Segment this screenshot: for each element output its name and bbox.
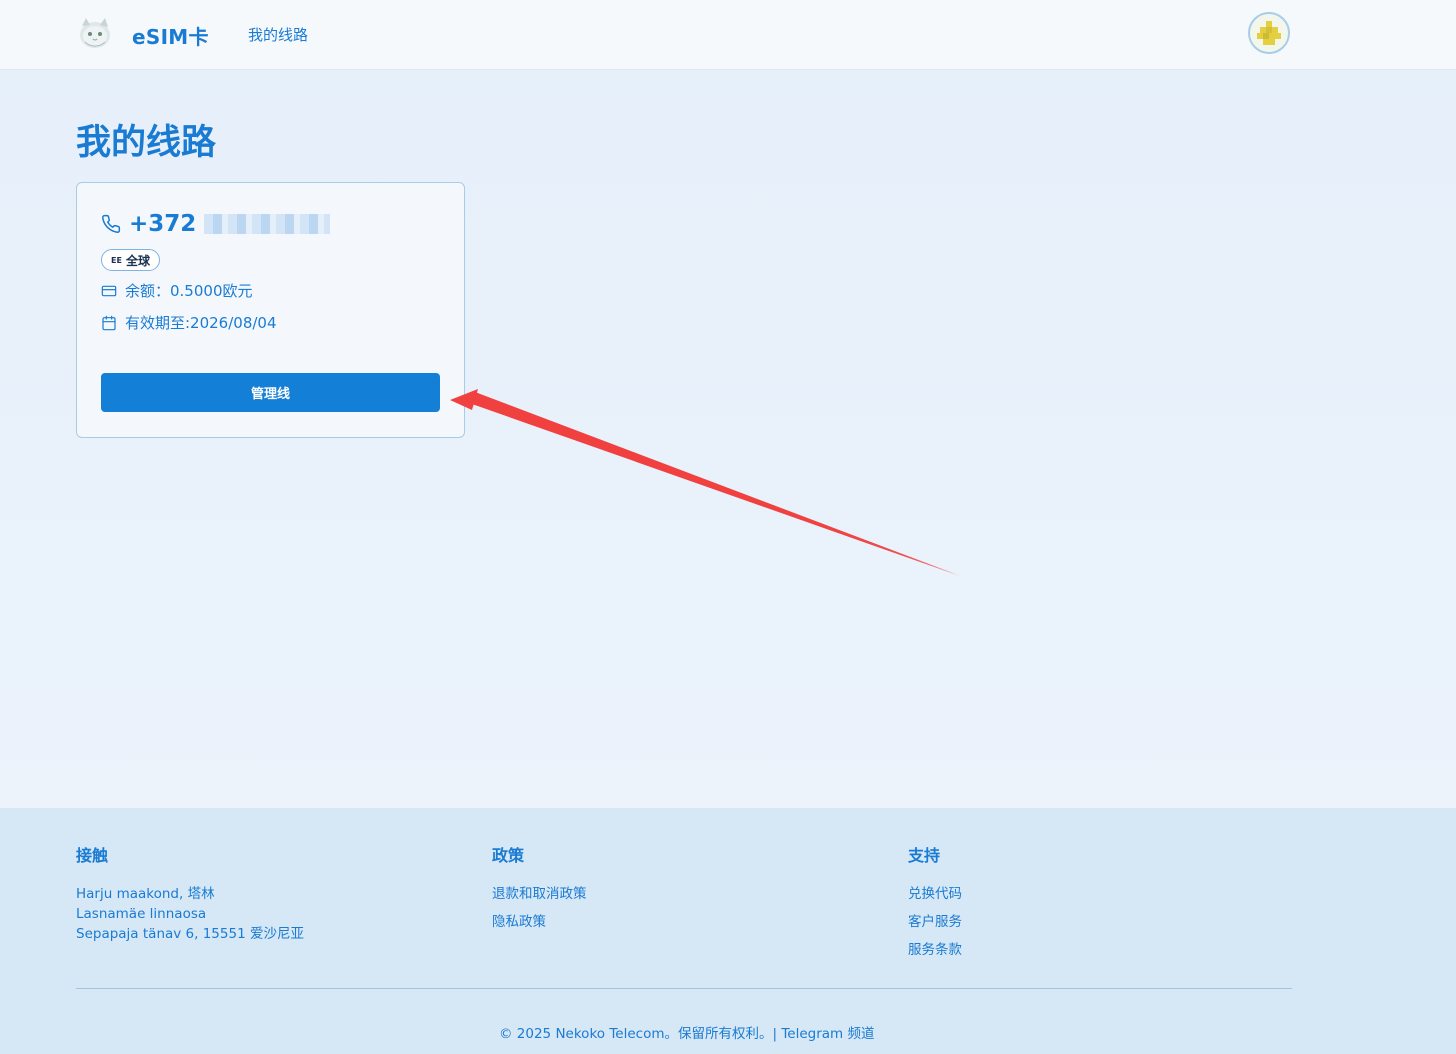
expiry-row: 有效期至:2026/08/04 [101,312,277,333]
redacted-number [204,214,331,234]
user-avatar[interactable] [1248,12,1290,54]
nav-my-lines[interactable]: 我的线路 [248,24,308,45]
footer-support-heading: 支持 [908,846,941,865]
page-title: 我的线路 [76,123,217,163]
footer-link-terms[interactable]: 服务条款 [908,936,962,964]
balance-text: 余额：0.5000欧元 [125,282,253,300]
balance-row: 余额：0.5000欧元 [101,280,253,301]
address-line-3: Sepapaja tänav 6, 15551 爱沙尼亚 [76,926,304,942]
footer-link-redeem-code[interactable]: 兑换代码 [908,880,962,908]
footer-policy-heading: 政策 [492,846,525,865]
manage-line-button[interactable]: 管理线 [101,373,440,412]
footer-link-refund-policy[interactable]: 退款和取消政策 [492,880,587,908]
footer-divider [76,988,1292,989]
footer-contact: 接触 Harju maakond, 塔林 Lasnamäe linnaosa S… [76,842,304,944]
telegram-channel-link[interactable]: Telegram 频道 [781,1026,874,1042]
address-line-1: Harju maakond, 塔林 [76,886,215,902]
copyright-text: © 2025 Nekoko Telecom。保留所有权利。| [499,1026,778,1042]
country-code: EE [111,255,122,265]
expiry-text: 有效期至:2026/08/04 [125,314,277,332]
copyright: © 2025 Nekoko Telecom。保留所有权利。| Telegram … [499,1022,874,1042]
region-badge: EE 全球 [101,249,160,271]
address-line-2: Lasnamäe linnaosa [76,906,207,922]
line-card: +372 EE 全球 余额：0.5000欧元 有效期至:2026/08/04 管… [76,182,465,438]
brand-name[interactable]: eSIM卡 [132,21,209,50]
footer-support: 支持 兑换代码 客户服务 服务条款 [908,842,962,968]
footer-policy: 政策 退款和取消政策 隐私政策 [492,842,587,940]
phone-icon [102,214,121,233]
top-navbar: eSIM卡 我的线路 [0,0,1456,70]
cat-logo-icon[interactable] [77,16,113,50]
phone-row: +372 [101,209,331,239]
footer-contact-heading: 接触 [76,846,109,865]
calendar-icon [102,315,116,330]
region-label: 全球 [125,253,150,268]
phone-number: +372 [129,211,197,237]
footer-link-privacy-policy[interactable]: 隐私政策 [492,908,587,936]
page-footer: 接触 Harju maakond, 塔林 Lasnamäe linnaosa S… [0,808,1456,1054]
pixel-avatar-icon [1257,21,1281,45]
credit-card-icon [101,285,117,296]
footer-link-customer-service[interactable]: 客户服务 [908,908,962,936]
